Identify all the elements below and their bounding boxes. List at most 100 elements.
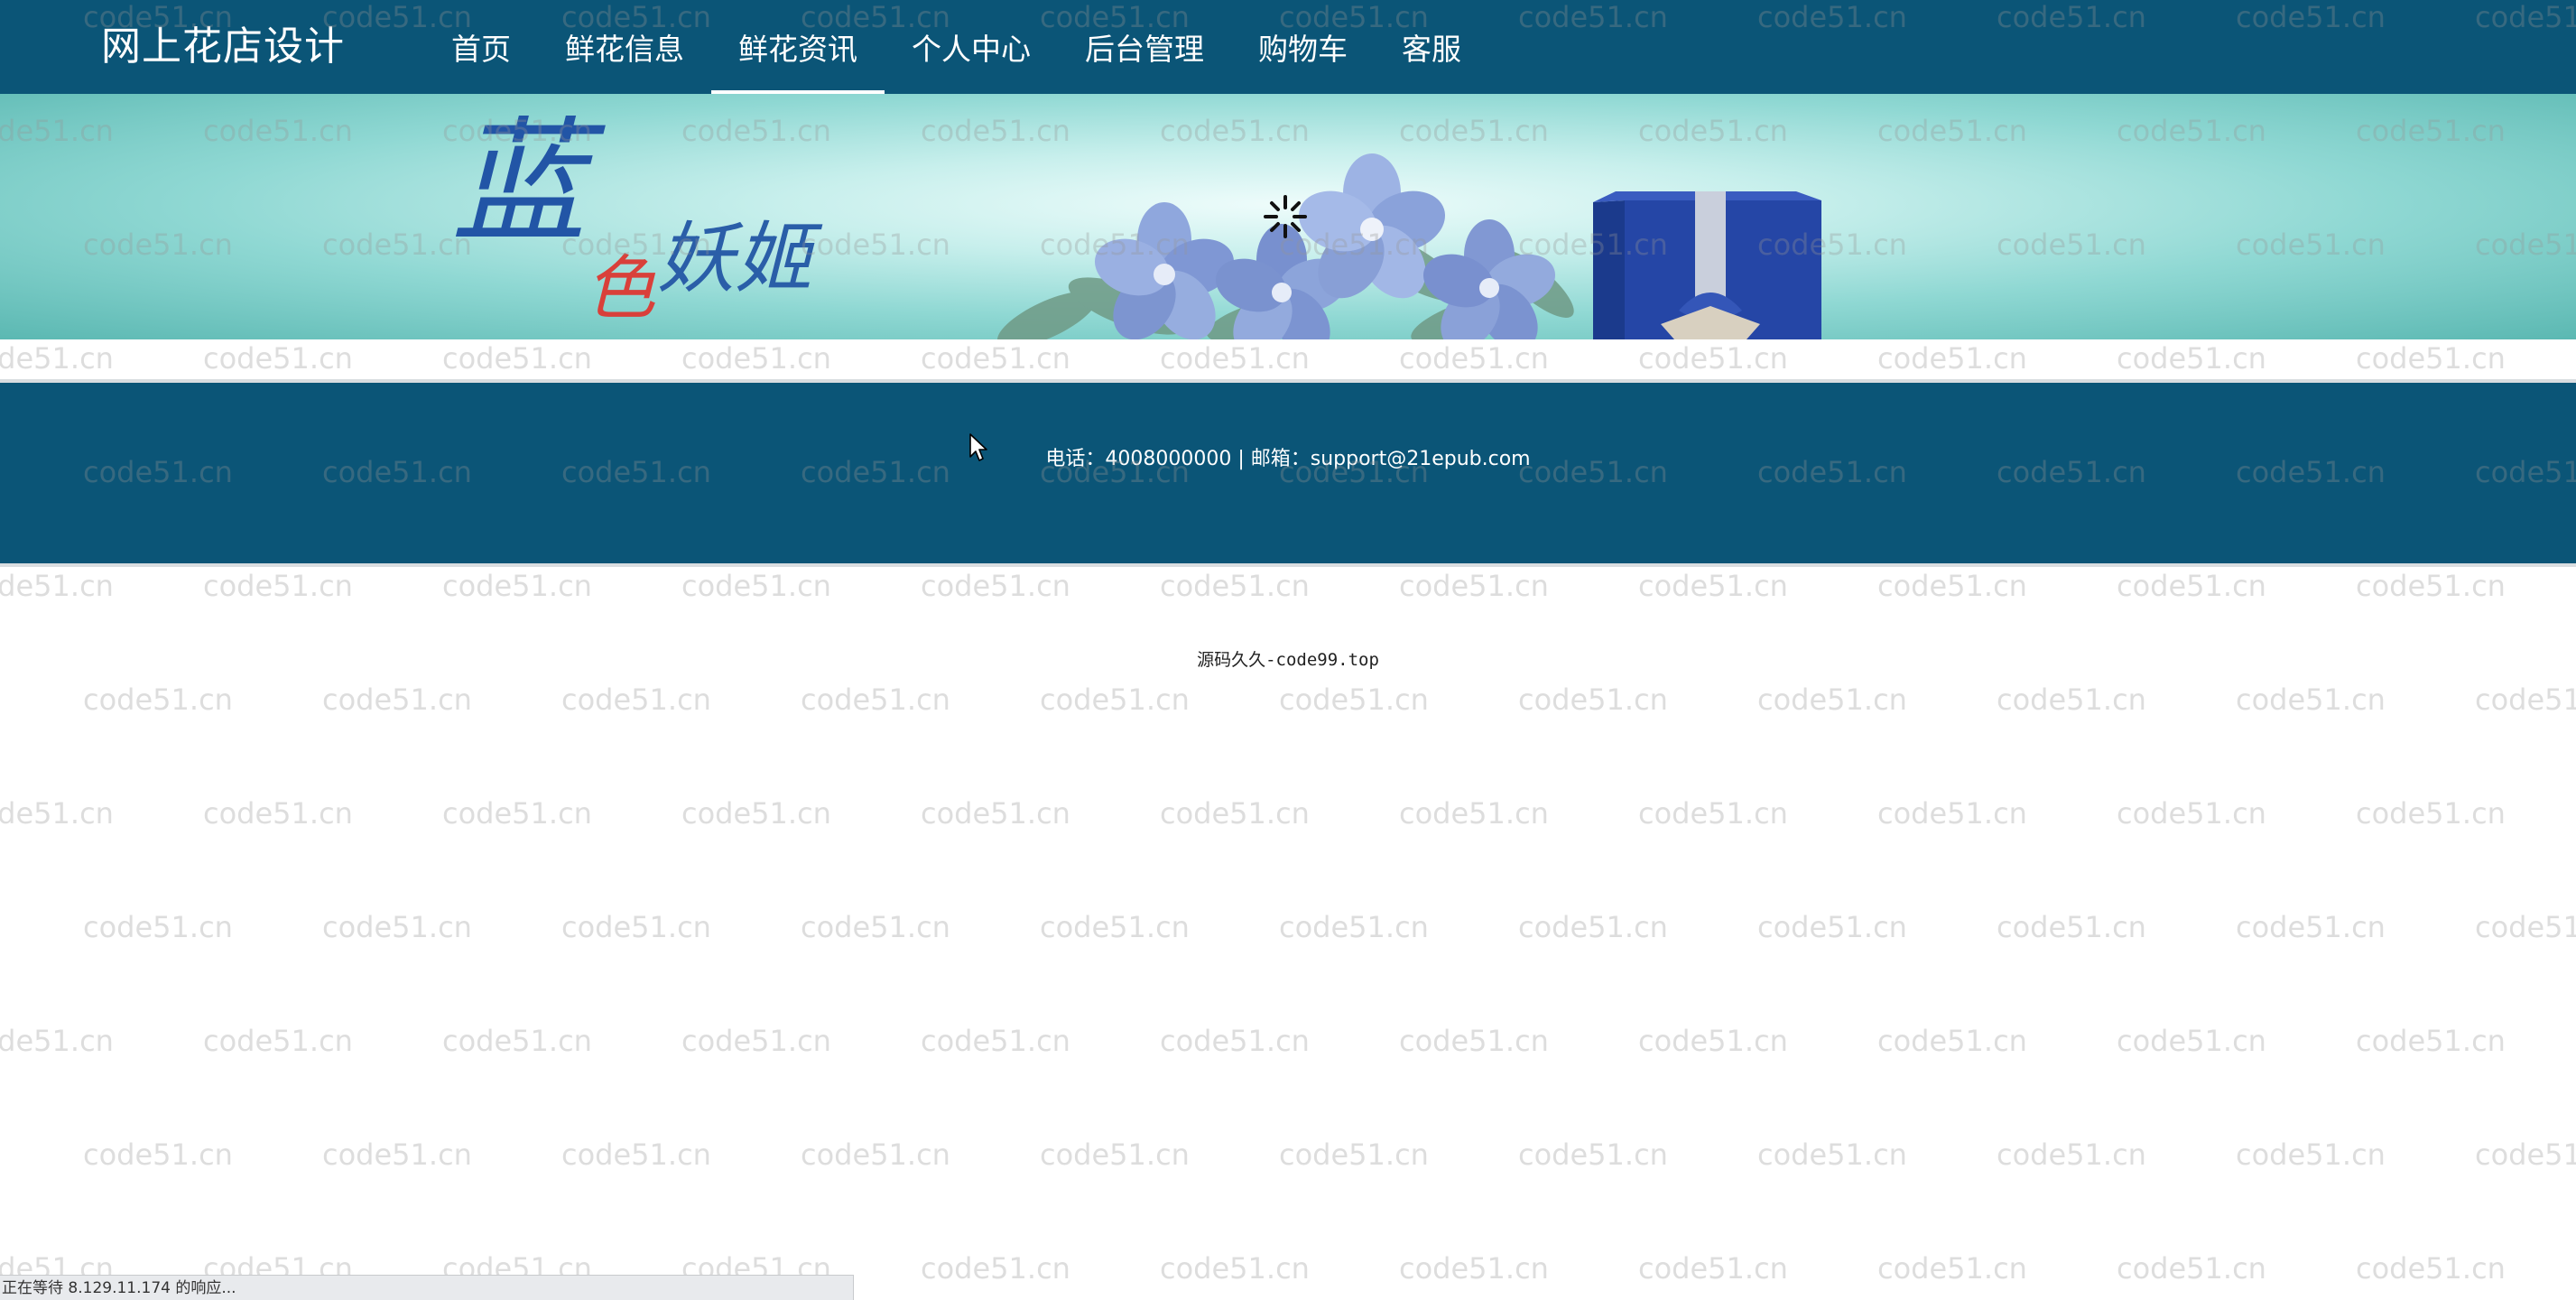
watermark-text: code51.cn [1160, 569, 1310, 603]
watermark-text: code51.cn [1040, 1138, 1190, 1172]
nav-item-label: 个人中心 [912, 32, 1031, 67]
hero-banner: 蓝 色 妖姬 [0, 94, 2576, 339]
nav-item-label: 后台管理 [1085, 32, 1204, 67]
nav-item-customer-service[interactable]: 客服 [1375, 0, 1488, 94]
watermark-text: code51.cn [801, 682, 950, 717]
watermark-text: code51.cn [203, 1024, 353, 1058]
watermark-text: code51.cn [1160, 796, 1310, 831]
watermark-text: code51.cn [1160, 1251, 1310, 1286]
site-title[interactable]: 网上花店设计 [101, 20, 345, 74]
watermark-text: code51.cn [2117, 1251, 2266, 1286]
watermark-text: code51.cn [2356, 796, 2506, 831]
watermark-text: code51.cn [1877, 1024, 2027, 1058]
browser-status-bar: 正在等待 8.129.11.174 的响应... [0, 1275, 854, 1300]
watermark-text: code51.cn [442, 1024, 592, 1058]
watermark-text: code51.cn [921, 796, 1070, 831]
watermark-text: code51.cn [1279, 1138, 1429, 1172]
watermark-text: code51.cn [2236, 682, 2386, 717]
watermark-text: code51.cn [442, 796, 592, 831]
loading-spinner-icon [1264, 195, 1307, 238]
watermark-text: code51.cn [442, 569, 592, 603]
watermark-text: code51.cn [2117, 796, 2266, 831]
watermark-text: code51.cn [1040, 682, 1190, 717]
watermark-text: code51.cn [83, 682, 233, 717]
watermark-text: code51.cn [921, 569, 1070, 603]
watermark-text: code51.cn [83, 910, 233, 944]
nav-item-admin[interactable]: 后台管理 [1058, 0, 1231, 94]
nav-item-label: 鲜花信息 [565, 32, 684, 67]
source-credit-text: 源码久久-code99.top [1197, 650, 1379, 670]
watermark-text: code51.cn [1757, 682, 1907, 717]
banner-logo-chars-rose: 妖姬 [657, 214, 823, 304]
nav-item-flower-info[interactable]: 鲜花信息 [538, 0, 711, 94]
watermark-text: code51.cn [1997, 1138, 2146, 1172]
page: 网上花店设计 首页 鲜花信息 鲜花资讯 个人中心 后台管理 购物车 客服 蓝 色… [0, 0, 2576, 1300]
watermark-text: code51.cn [1877, 796, 2027, 831]
watermark-text: code51.cn [1877, 569, 2027, 603]
watermark-text: code51.cn [322, 910, 472, 944]
nav-item-cart[interactable]: 购物车 [1231, 0, 1375, 94]
watermark-text: code51.cn [561, 1138, 711, 1172]
watermark-text: code51.cn [2475, 1138, 2576, 1172]
banner-logo-char-color: 色 [585, 248, 656, 330]
banner-artwork: 蓝 色 妖姬 [451, 105, 1821, 339]
watermark-text: code51.cn [1877, 1251, 2027, 1286]
watermark-text: code51.cn [1997, 910, 2146, 944]
watermark-text: code51.cn [1399, 796, 1549, 831]
watermark-text: code51.cn [0, 569, 114, 603]
watermark-text: code51.cn [1638, 1251, 1788, 1286]
watermark-text: code51.cn [2475, 682, 2576, 717]
watermark-text: code51.cn [1399, 1251, 1549, 1286]
watermark-text: code51.cn [681, 796, 831, 831]
watermark-text: code51.cn [561, 682, 711, 717]
footer-contact-info: 电话：4008000000 | 邮箱：support@21epub.com [1045, 448, 1531, 470]
watermark-text: code51.cn [2117, 569, 2266, 603]
watermark-text: code51.cn [921, 1251, 1070, 1286]
watermark-text: code51.cn [1399, 569, 1549, 603]
watermark-text: code51.cn [1279, 682, 1429, 717]
nav-item-flower-news[interactable]: 鲜花资讯 [711, 0, 885, 94]
watermark-text: code51.cn [1399, 1024, 1549, 1058]
watermark-text: code51.cn [1638, 569, 1788, 603]
nav-item-label: 鲜花资讯 [738, 32, 857, 67]
watermark-text: code51.cn [203, 796, 353, 831]
watermark-text: code51.cn [921, 1024, 1070, 1058]
watermark-text: code51.cn [1638, 1024, 1788, 1058]
top-nav-bar: 网上花店设计 首页 鲜花信息 鲜花资讯 个人中心 后台管理 购物车 客服 [0, 0, 2576, 94]
watermark-text: code51.cn [1160, 1024, 1310, 1058]
watermark-text: code51.cn [1638, 796, 1788, 831]
watermark-text: code51.cn [2236, 910, 2386, 944]
nav-item-label: 购物车 [1258, 32, 1348, 67]
watermark-text: code51.cn [0, 796, 114, 831]
mouse-pointer-icon [969, 433, 987, 461]
watermark-text: code51.cn [83, 1138, 233, 1172]
watermark-text: code51.cn [681, 1024, 831, 1058]
banner-gift-box [1593, 191, 1821, 339]
watermark-text: code51.cn [1518, 910, 1668, 944]
watermark-text: code51.cn [2356, 1024, 2506, 1058]
page-footer: 电话：4008000000 | 邮箱：support@21epub.com [0, 383, 2576, 567]
watermark-text: code51.cn [1040, 910, 1190, 944]
watermark-text: code51.cn [681, 569, 831, 603]
banner-bottom-strip [0, 339, 2576, 383]
watermark-text: code51.cn [2117, 1024, 2266, 1058]
nav-item-personal-center[interactable]: 个人中心 [885, 0, 1058, 94]
watermark-text: code51.cn [801, 1138, 950, 1172]
banner-flowers [1094, 153, 1556, 339]
watermark-text: code51.cn [1279, 910, 1429, 944]
watermark-text: code51.cn [1997, 682, 2146, 717]
watermark-text: code51.cn [322, 1138, 472, 1172]
watermark-text: code51.cn [1757, 910, 1907, 944]
watermark-text: code51.cn [322, 682, 472, 717]
watermark-text: code51.cn [1518, 1138, 1668, 1172]
nav-item-label: 首页 [451, 32, 511, 67]
nav-item-home[interactable]: 首页 [424, 0, 538, 94]
watermark-text: code51.cn [203, 569, 353, 603]
watermark-text: code51.cn [801, 910, 950, 944]
watermark-text: code51.cn [2356, 1251, 2506, 1286]
watermark-text: code51.cn [0, 1024, 114, 1058]
watermark-text: code51.cn [2356, 569, 2506, 603]
watermark-text: code51.cn [1757, 1138, 1907, 1172]
nav-item-label: 客服 [1402, 32, 1461, 67]
watermark-text: code51.cn [2236, 1138, 2386, 1172]
